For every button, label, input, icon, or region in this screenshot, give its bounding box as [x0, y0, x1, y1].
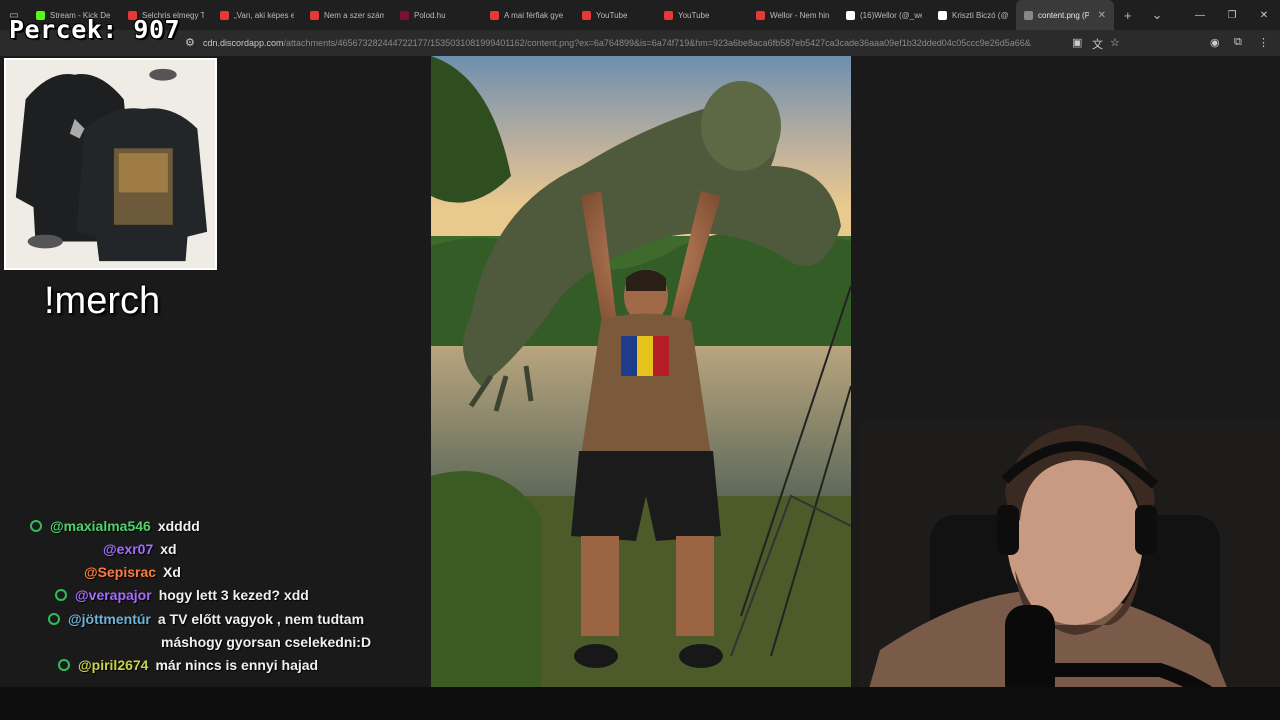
chat-username[interactable]: @exr07 — [103, 541, 153, 557]
tab-favicon-icon — [582, 10, 591, 20]
chat-message-text: hogy lett 3 kezed? xdd — [158, 587, 309, 603]
chat-username[interactable]: @jöttmentúr — [68, 611, 151, 627]
tab-favicon-icon — [400, 10, 409, 20]
browser-tab[interactable]: YouTube — [574, 0, 656, 30]
browser-tab[interactable]: (16)Wellor (@_we — [838, 0, 930, 30]
chat-username[interactable]: @piril2674 — [78, 657, 148, 673]
browser-tab[interactable]: content.png (PNG ✕ — [1016, 0, 1114, 30]
bottom-bar — [0, 687, 1280, 720]
tab-favicon-icon — [1024, 10, 1033, 20]
browser-tab[interactable]: Nem a szer szám — [302, 0, 392, 30]
chat-message-text: már nincs is ennyi hajad — [155, 657, 319, 673]
tab-label: A mai férfiak gye — [504, 10, 564, 20]
chat-badge-icon — [58, 659, 70, 671]
tab-favicon-icon — [220, 10, 229, 20]
tab-favicon-icon — [938, 10, 947, 20]
chat-message-text: máshogy gyorsan cselekedni:D — [161, 634, 372, 650]
chat-message: @Sepisrac Xd — [84, 564, 181, 580]
tab-favicon-icon — [664, 10, 673, 20]
extensions-icon[interactable]: ⧉ — [1234, 36, 1242, 49]
tab-label: Wellor - Nem hin — [770, 10, 830, 20]
tab-label: content.png (PNG — [1038, 10, 1089, 20]
chat-message: máshogy gyorsan cselekedni:D — [161, 634, 371, 650]
chevron-down-icon[interactable]: ⌄ — [1142, 7, 1173, 23]
close-tab-icon[interactable]: ✕ — [1098, 10, 1106, 21]
tab-favicon-icon — [310, 10, 319, 20]
chat-username[interactable]: @verapajor — [75, 587, 152, 603]
tab-label: (16)Wellor (@_we — [860, 10, 922, 20]
chat-badge-icon — [30, 520, 42, 532]
chat-message-text: xdddd — [157, 518, 200, 534]
webcam-feed — [860, 420, 1280, 720]
tab-label: Kriszti Biczó (@k — [952, 10, 1008, 20]
browser-tab[interactable]: Wellor - Nem hin — [748, 0, 838, 30]
merch-image — [4, 58, 217, 270]
minimize-icon[interactable]: — — [1184, 10, 1216, 21]
chat-username[interactable]: @Sepisrac — [84, 564, 156, 580]
chat-message-text: a TV előtt vagyok , nem tudtam — [157, 611, 365, 627]
url-field[interactable]: cdn.discordapp.com/attachments/465673282… — [203, 38, 1031, 48]
tab-favicon-icon — [846, 10, 855, 20]
tab-favicon-icon — [756, 10, 765, 20]
browser-tab-bar: ▭ Stream - Kick De Selchris elmegy T „Van,… — [0, 0, 1280, 30]
browser-tab[interactable]: A mai férfiak gye — [482, 0, 574, 30]
close-window-icon[interactable]: ✕ — [1248, 10, 1280, 21]
chat-message: @maxialma546 xdddd — [30, 518, 200, 534]
tab-label: Polod.hu — [414, 10, 446, 20]
address-bar: ⚙ cdn.discordapp.com/attachments/4656732… — [0, 30, 1280, 56]
tab-label: YouTube — [596, 10, 628, 20]
install-icon[interactable]: ▣ — [1072, 36, 1082, 49]
site-info-icon[interactable]: ⚙ — [185, 36, 195, 49]
menu-icon[interactable]: ⋮ — [1258, 36, 1269, 49]
browser-tab[interactable]: YouTube — [656, 0, 748, 30]
chat-message: @exr07 xd — [103, 541, 177, 557]
tab-label: YouTube — [678, 10, 710, 20]
maximize-icon[interactable]: ❐ — [1216, 10, 1248, 21]
merch-command-text: !merch — [44, 280, 161, 322]
minutes-counter: Percek: 907 — [9, 15, 181, 44]
chat-message: @verapajor hogy lett 3 kezed? xdd — [55, 587, 309, 603]
browser-tab[interactable]: „Van, aki képes el — [212, 0, 302, 30]
chat-badge-icon — [48, 613, 60, 625]
translate-icon[interactable]: 文 — [1092, 36, 1103, 52]
tab-favicon-icon — [490, 10, 499, 20]
browser-tab[interactable]: Kriszti Biczó (@k — [930, 0, 1016, 30]
chat-message-text: Xd — [163, 564, 181, 580]
tab-label: „Van, aki képes el — [234, 10, 294, 20]
chat-message: @piril2674 már nincs is ennyi hajad — [58, 657, 318, 673]
chat-message: @jöttmentúr a TV előtt vagyok , nem tudta… — [48, 611, 364, 627]
window-controls: — ❐ ✕ — [1184, 0, 1280, 30]
chat-message-text: xd — [160, 541, 177, 557]
profile-icon[interactable]: ◉ — [1210, 36, 1220, 49]
browser-tab[interactable]: Polod.hu — [392, 0, 482, 30]
chat-username[interactable]: @maxialma546 — [50, 518, 151, 534]
content-image — [431, 56, 851, 687]
bookmark-star-icon[interactable]: ☆ — [1110, 36, 1120, 49]
chat-badge-icon — [55, 589, 67, 601]
new-tab-icon[interactable]: + — [1114, 8, 1142, 23]
tab-label: Nem a szer szám — [324, 10, 384, 20]
